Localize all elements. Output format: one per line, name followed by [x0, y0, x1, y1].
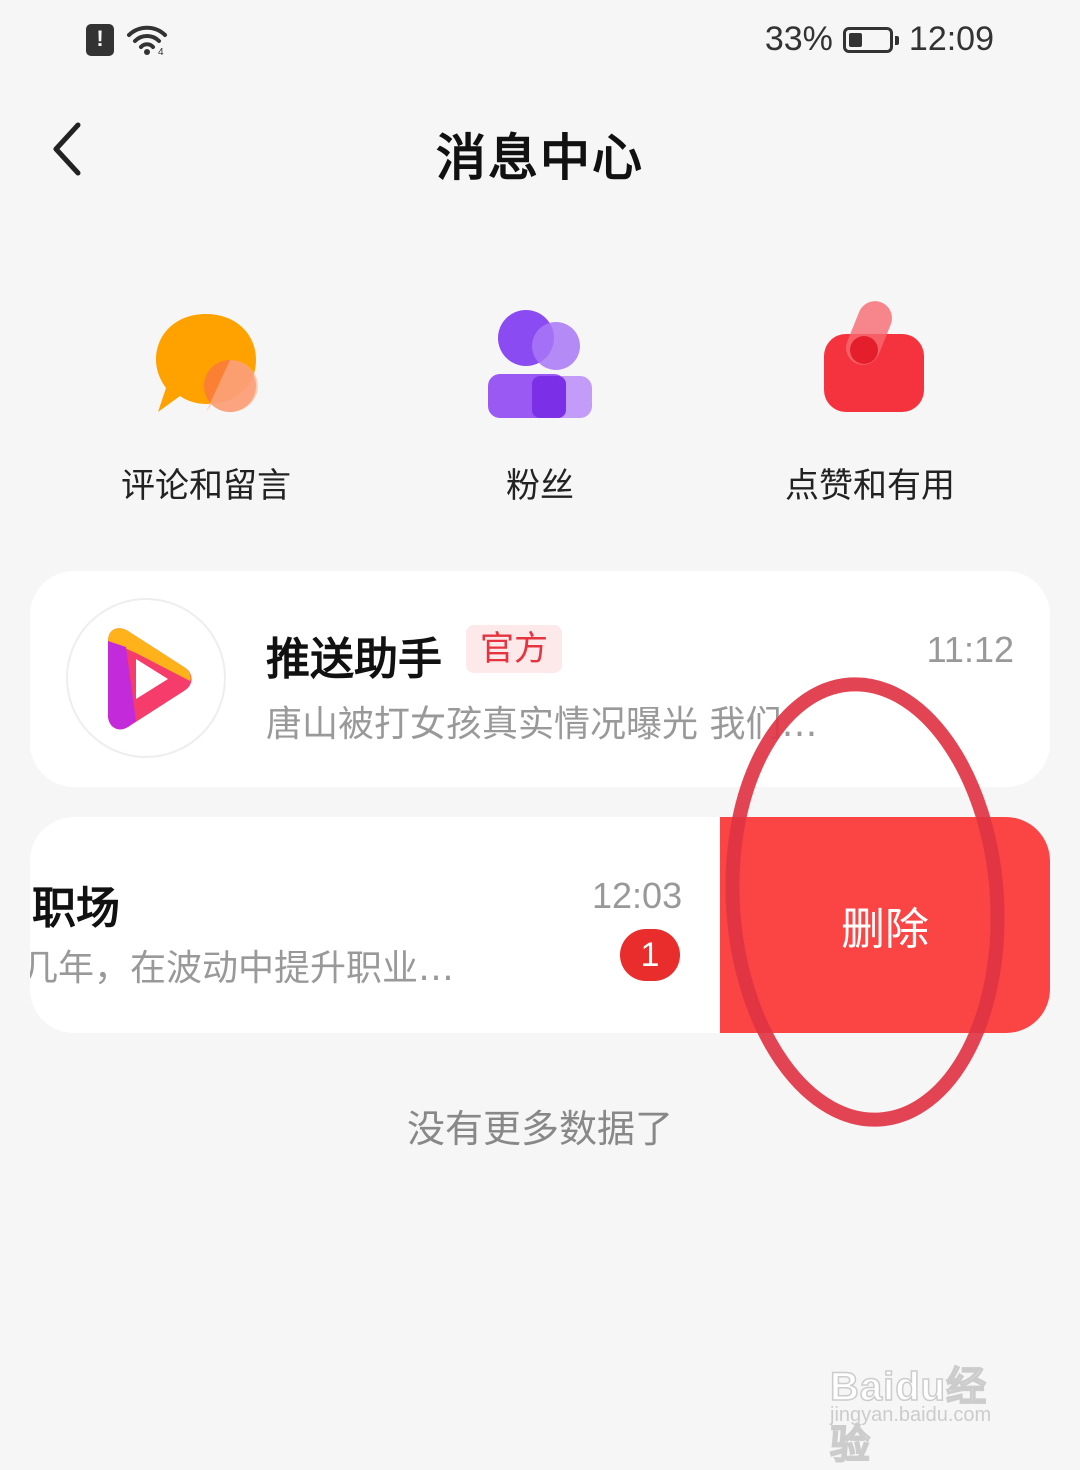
- header: 消息中心: [0, 100, 1080, 200]
- category-comments[interactable]: 评论和留言: [76, 300, 336, 507]
- category-fans[interactable]: 粉丝: [410, 300, 670, 507]
- message-item-workplace[interactable]: 职场 12:03 几年，在波动中提升职业… 1 删除: [30, 817, 1050, 1033]
- status-bar-right: 33% 12:09: [765, 20, 994, 59]
- battery-fill: [848, 32, 862, 47]
- status-bar-left: 4: [86, 24, 168, 56]
- message-preview: 几年，在波动中提升职业…: [30, 948, 455, 989]
- battery-icon: [842, 26, 899, 53]
- message-time: 12:03: [592, 875, 683, 916]
- sim-alert-icon: [86, 24, 114, 56]
- message-preview: 唐山被打女孩真实情况曝光 我们…: [266, 704, 818, 745]
- page-title: 消息中心: [436, 129, 644, 187]
- sender-name: 推送助手: [266, 634, 442, 685]
- svg-text:4: 4: [158, 47, 164, 56]
- category-likes[interactable]: 点赞和有用: [740, 300, 1000, 507]
- clock: 12:09: [908, 20, 994, 58]
- avatar: [66, 598, 226, 758]
- thumbs-up-icon: [824, 301, 924, 412]
- message-item-push-assistant[interactable]: 推送助手 官方 11:12 唐山被打女孩真实情况曝光 我们…: [30, 571, 1050, 787]
- fans-icon: [488, 310, 592, 418]
- sender-name: 职场: [32, 883, 120, 934]
- message-time: 11:12: [926, 629, 1014, 670]
- watermark: Baidu经验 jingyan.baidu.com: [826, 1336, 1026, 1468]
- official-badge: 官方: [466, 625, 562, 673]
- category-row: 评论和留言 粉丝 点赞和有用: [0, 300, 1080, 510]
- category-comments-label: 评论和留言: [121, 466, 291, 506]
- comment-bubble-icon: [156, 314, 258, 412]
- category-fans-label: 粉丝: [506, 466, 574, 506]
- category-likes-label: 点赞和有用: [785, 466, 955, 506]
- wifi-icon: 4: [127, 25, 167, 56]
- battery-percent: 33%: [764, 20, 833, 58]
- no-more-data: 没有更多数据了: [406, 1107, 673, 1151]
- status-bar: 4 33% 12:09: [0, 0, 1080, 84]
- delete-button[interactable]: 删除: [720, 817, 1050, 1033]
- unread-badge: 1: [620, 929, 680, 981]
- play-logo-icon: [108, 628, 192, 730]
- watermark-url: jingyan.baidu.com: [830, 1404, 992, 1426]
